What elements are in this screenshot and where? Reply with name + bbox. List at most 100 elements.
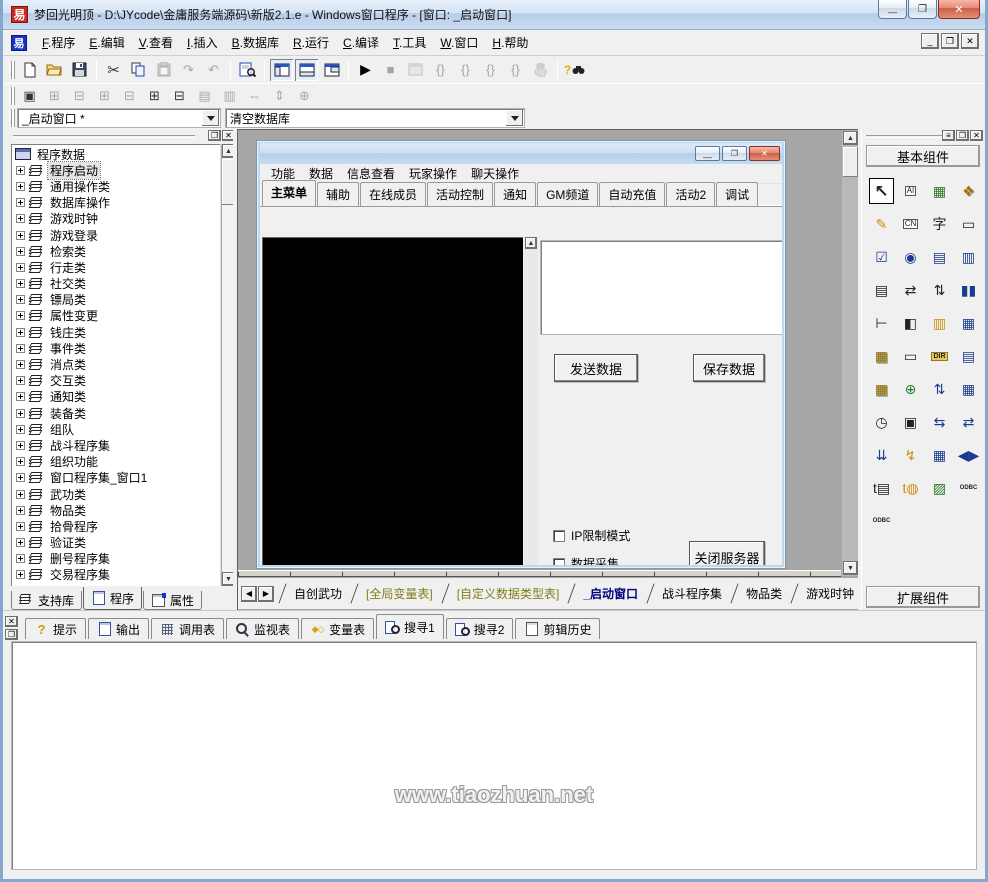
transfer-icon[interactable]: ⇊: [869, 442, 894, 468]
run-to-cursor-icon[interactable]: {}: [504, 59, 527, 81]
tool-window-icon[interactable]: ▦: [956, 376, 981, 402]
menu-item[interactable]: W.窗口: [433, 31, 485, 54]
program-tree[interactable]: 程序数据 程序启动 通用操作类 数据库操作 游戏时钟 游戏登录 检索类 行走类 …: [11, 144, 235, 586]
expand-plus-icon[interactable]: [16, 311, 25, 321]
title-bar[interactable]: 易 梦回光明顶 - D:\JYcode\金庸服务端源码\新版2.1.e - Wi…: [3, 0, 985, 30]
tab-scroll-right-icon[interactable]: ▶: [258, 585, 274, 602]
open-file-icon[interactable]: [43, 59, 66, 81]
panel-restore-button[interactable]: ❐: [208, 130, 221, 141]
panel-header[interactable]: ❐ ✕: [11, 130, 235, 142]
window-tab[interactable]: 游戏时钟: [790, 579, 860, 608]
window-selector-combobox[interactable]: _启动窗口 *: [17, 108, 221, 128]
tree-item[interactable]: 检索类: [14, 243, 234, 259]
tree-item[interactable]: 交易程序集: [14, 567, 234, 583]
panel-restore-button[interactable]: ❐: [956, 130, 969, 141]
same-size-h-icon[interactable]: ⇔: [243, 85, 266, 107]
align-top-icon[interactable]: ▥: [218, 85, 241, 107]
expand-plus-icon[interactable]: [16, 457, 25, 467]
tree-root[interactable]: 程序数据: [14, 146, 234, 162]
tree-item[interactable]: 组织功能: [14, 454, 234, 470]
ip-limit-checkbox[interactable]: IP限制模式: [553, 527, 630, 544]
tree-item[interactable]: 游戏登录: [14, 227, 234, 243]
undo-icon[interactable]: ↶: [202, 59, 225, 81]
inner-close-button[interactable]: ✕: [749, 146, 780, 161]
step-into-icon[interactable]: {}: [429, 59, 452, 81]
pause-hand-icon[interactable]: [529, 59, 552, 81]
menu-item[interactable]: V.查看: [132, 31, 180, 54]
output-tab[interactable]: 搜寻2: [445, 618, 514, 639]
layout-left-icon[interactable]: [270, 58, 293, 81]
data-grid-icon[interactable]: ▦: [927, 442, 952, 468]
inner-tab[interactable]: 辅助: [317, 182, 360, 206]
panel-restore-button[interactable]: ❐: [5, 629, 18, 640]
hscrollbar-icon[interactable]: ⇄: [898, 277, 923, 303]
scroll-down-icon[interactable]: ▼: [843, 561, 858, 575]
run-icon[interactable]: ▶: [354, 59, 377, 81]
shape-group-icon[interactable]: ❖: [956, 178, 981, 204]
tree-item[interactable]: 游戏时钟: [14, 211, 234, 227]
expand-plus-icon[interactable]: [16, 489, 25, 499]
menu-item[interactable]: R.运行: [286, 31, 336, 54]
align-left-icon[interactable]: ▤: [193, 85, 216, 107]
window-tab[interactable]: [全局变量表]: [350, 579, 441, 608]
left-panel-tab[interactable]: 支持库: [11, 591, 83, 610]
form-designer-icon[interactable]: ▣: [18, 85, 41, 107]
save-data-button[interactable]: 保存数据: [693, 354, 765, 382]
output-tab[interactable]: 变量表: [301, 618, 375, 639]
output-tab[interactable]: 调用表: [151, 618, 225, 639]
left-panel-tab[interactable]: 属性: [143, 591, 203, 610]
expand-plus-icon[interactable]: [16, 165, 25, 175]
console-scrollbar[interactable]: ▲ ▼: [524, 237, 538, 565]
port-icon[interactable]: ⇅: [927, 376, 952, 402]
pointer-icon[interactable]: ↖: [869, 178, 894, 204]
mdi-close-button[interactable]: ✕: [961, 33, 979, 49]
db-navigator-icon[interactable]: ◀▶: [956, 442, 981, 468]
window-tab[interactable]: 物品类: [730, 579, 790, 608]
expand-plus-icon[interactable]: [16, 246, 25, 256]
close-server-button[interactable]: 关闭服务器: [689, 541, 765, 565]
copy-icon[interactable]: [127, 59, 150, 81]
console-display-area[interactable]: [262, 237, 523, 565]
inner-title-bar[interactable]: ❐ ✕: [260, 143, 782, 164]
same-size-both-icon[interactable]: ⊕: [293, 85, 316, 107]
panel-close-button[interactable]: ✕: [970, 130, 983, 141]
expand-plus-icon[interactable]: [16, 440, 25, 450]
expand-plus-icon[interactable]: [16, 181, 25, 191]
output-tab[interactable]: 输出: [88, 618, 150, 639]
menu-item[interactable]: C.编译: [336, 31, 386, 54]
data-collect-checkbox[interactable]: 数据采集: [553, 555, 619, 565]
color-table-icon[interactable]: ▦: [869, 376, 894, 402]
tree-item[interactable]: 组队: [14, 421, 234, 437]
stop-icon[interactable]: ■: [379, 59, 402, 81]
expand-plus-icon[interactable]: [16, 279, 25, 289]
tree-item[interactable]: 物品类: [14, 502, 234, 518]
expand-plus-icon[interactable]: [16, 198, 25, 208]
inner-tab[interactable]: GM频道: [537, 182, 599, 206]
tree-item[interactable]: 通用操作类: [14, 178, 234, 194]
listbox-icon[interactable]: ▥: [956, 244, 981, 270]
checkbox-icon[interactable]: ☑: [869, 244, 894, 270]
menu-item[interactable]: I.插入: [180, 31, 225, 54]
tree-item[interactable]: 装备类: [14, 405, 234, 421]
right-splitter[interactable]: [858, 129, 861, 610]
edit-line-icon[interactable]: ▭: [898, 343, 923, 369]
inner-menu-item[interactable]: 信息查看: [340, 164, 402, 184]
minimize-button[interactable]: [878, 0, 907, 19]
space-across-icon[interactable]: ⊞: [93, 85, 116, 107]
window-tab[interactable]: [自定义数据类型表]: [441, 579, 568, 608]
expand-plus-icon[interactable]: [16, 343, 25, 353]
inner-menu-item[interactable]: 玩家操作: [402, 164, 464, 184]
scroll-up-icon[interactable]: ▲: [843, 131, 858, 145]
progressbar-icon[interactable]: ▮▮: [956, 277, 981, 303]
expand-plus-icon[interactable]: [16, 262, 25, 272]
updown-icon[interactable]: ⇅: [927, 277, 952, 303]
expand-plus-icon[interactable]: [16, 570, 25, 580]
method-selector-combobox[interactable]: 清空数据库: [225, 108, 525, 128]
menu-item[interactable]: E.编辑: [82, 31, 131, 54]
global-find-icon[interactable]: ?: [563, 59, 586, 81]
picture-box-icon[interactable]: ▦: [927, 178, 952, 204]
tree-item[interactable]: 行走类: [14, 259, 234, 275]
animation-icon[interactable]: ▥: [927, 310, 952, 336]
inner-tab[interactable]: 在线成员: [360, 182, 427, 206]
expand-plus-icon[interactable]: [16, 230, 25, 240]
